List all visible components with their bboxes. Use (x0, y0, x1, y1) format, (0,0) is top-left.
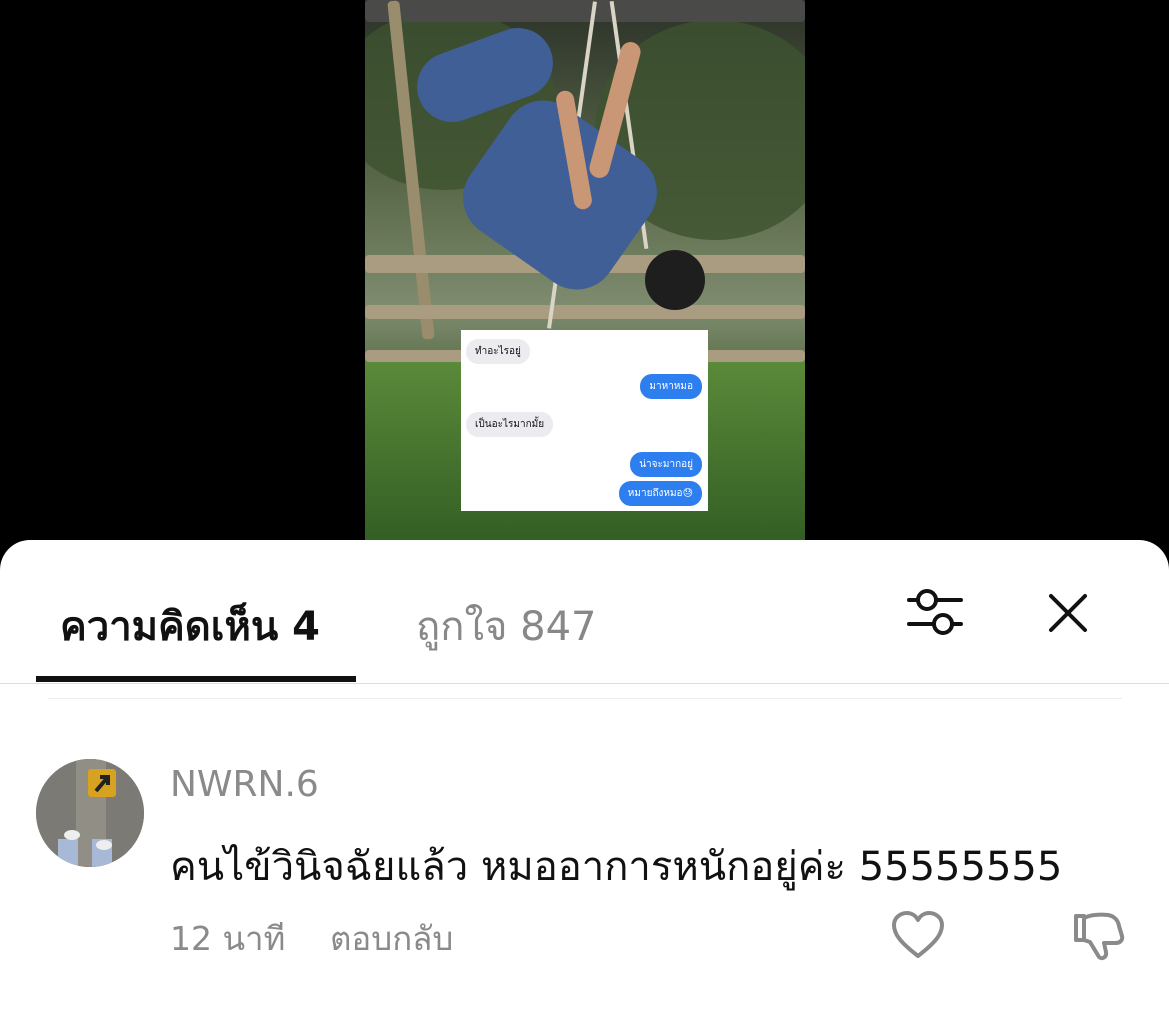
active-tab-indicator (36, 676, 356, 682)
tab-comments[interactable]: ความคิดเห็น 4 (60, 594, 320, 658)
comment-timestamp: 12 นาที (170, 919, 286, 958)
person-head (645, 250, 705, 310)
comment-text: คนไข้วินิจฉัยแล้ว หมออาการหนักอยู่ค่ะ 55… (170, 844, 1063, 890)
chat-screenshot-overlay: ทำอะไรอยู่ มาหาหมอ เป็นอะไรมากมั้ย น่าจะ… (461, 330, 708, 511)
chat-bubble-received: ทำอะไรอยู่ (466, 339, 530, 364)
roof-beam (365, 0, 805, 22)
chat-bubble-sent: มาหาหมอ (640, 374, 702, 399)
comment-username[interactable]: NWRN.6 (170, 764, 319, 805)
close-icon[interactable] (1043, 588, 1093, 638)
tab-likes[interactable]: ถูกใจ 847 (416, 594, 596, 658)
bamboo-rail (365, 305, 805, 319)
filter-sliders-icon[interactable] (905, 588, 965, 638)
divider (0, 683, 1169, 684)
chat-bubble-sent: หมายถึงหมอ😓 (618, 481, 702, 506)
avatar[interactable] (36, 759, 144, 867)
reply-button[interactable]: ตอบกลับ (330, 912, 453, 965)
heart-outline-icon[interactable] (890, 910, 946, 960)
chat-bubble-sent: น่าจะมากอยู่ (630, 452, 702, 477)
thumbs-down-icon[interactable] (1070, 910, 1126, 962)
comments-sheet: ความคิดเห็น 4 ถูกใจ 847 NWRN.6 คนไข้วินิ… (0, 540, 1169, 1017)
divider (48, 698, 1122, 699)
chat-bubble-received: เป็นอะไรมากมั้ย (466, 412, 554, 437)
